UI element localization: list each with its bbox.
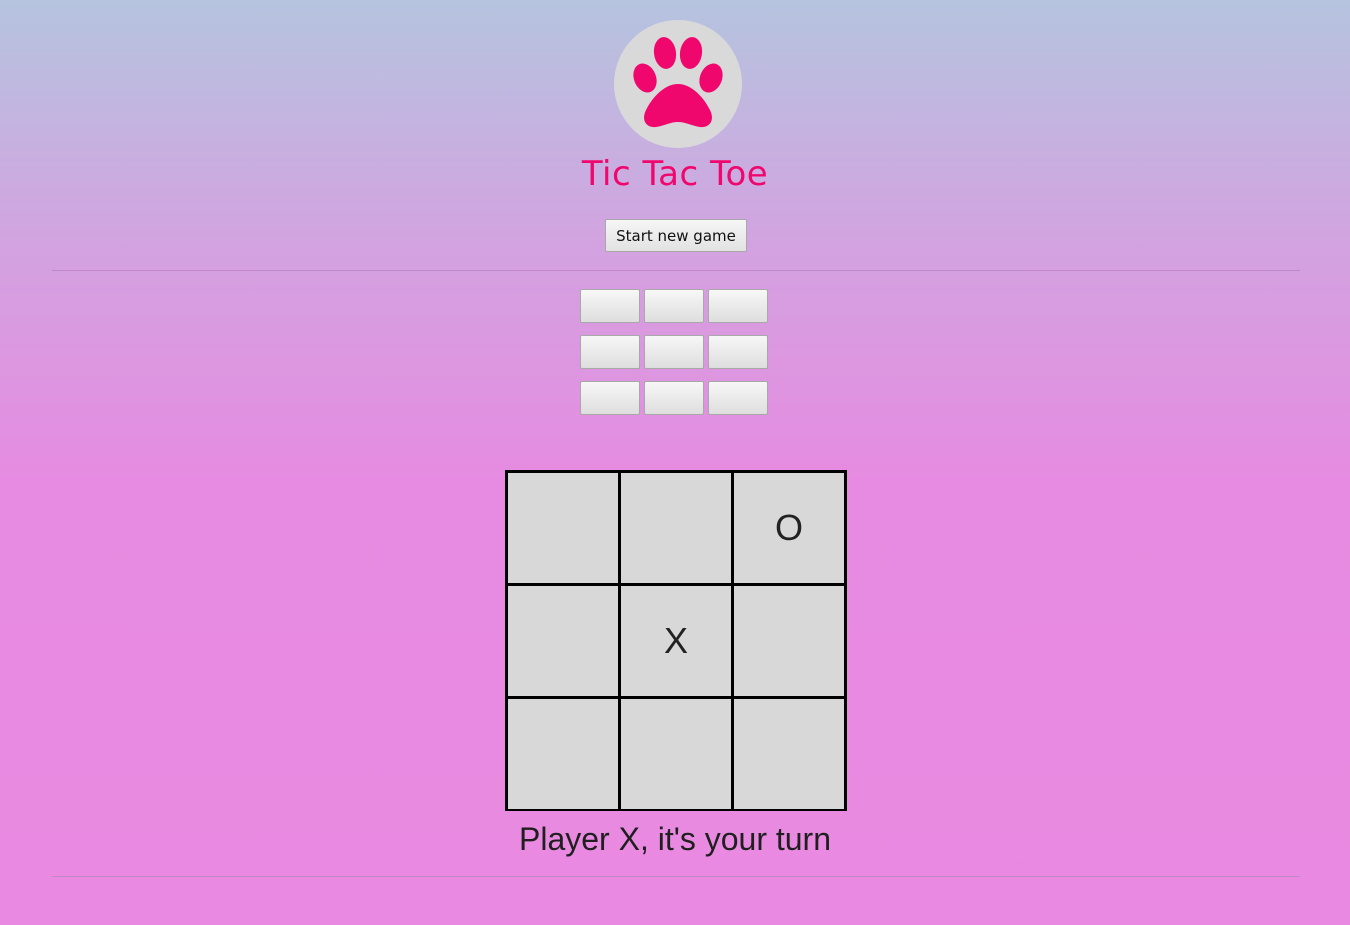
mini-cell-button-5[interactable]: [644, 335, 704, 369]
game-board: OX: [505, 470, 847, 811]
board-cell-3[interactable]: O: [734, 473, 844, 583]
board-cell-7[interactable]: [508, 699, 618, 809]
paw-print-icon: [633, 37, 723, 128]
page-title: Tic Tac Toe: [581, 154, 769, 194]
board-cell-2[interactable]: [621, 473, 731, 583]
mini-cell-button-4[interactable]: [580, 335, 640, 369]
board-cell-6[interactable]: [734, 586, 844, 696]
board-cell-4[interactable]: [508, 586, 618, 696]
mini-cell-button-1[interactable]: [580, 289, 640, 323]
mini-cell-button-7[interactable]: [580, 381, 640, 415]
mini-cell-button-8[interactable]: [644, 381, 704, 415]
logo: [614, 20, 742, 148]
mini-cell-button-3[interactable]: [708, 289, 768, 323]
mini-cell-button-6[interactable]: [708, 335, 768, 369]
board-cell-1[interactable]: [508, 473, 618, 583]
board-cell-8[interactable]: [621, 699, 731, 809]
mini-cell-button-2[interactable]: [644, 289, 704, 323]
divider-bottom: [52, 876, 1300, 877]
mini-cell-button-9[interactable]: [708, 381, 768, 415]
board-cell-5[interactable]: X: [621, 586, 731, 696]
start-new-game-button[interactable]: Start new game: [605, 219, 747, 252]
board-cell-9[interactable]: [734, 699, 844, 809]
divider-top: [52, 270, 1300, 271]
turn-status: Player X, it's your turn: [519, 821, 831, 857]
